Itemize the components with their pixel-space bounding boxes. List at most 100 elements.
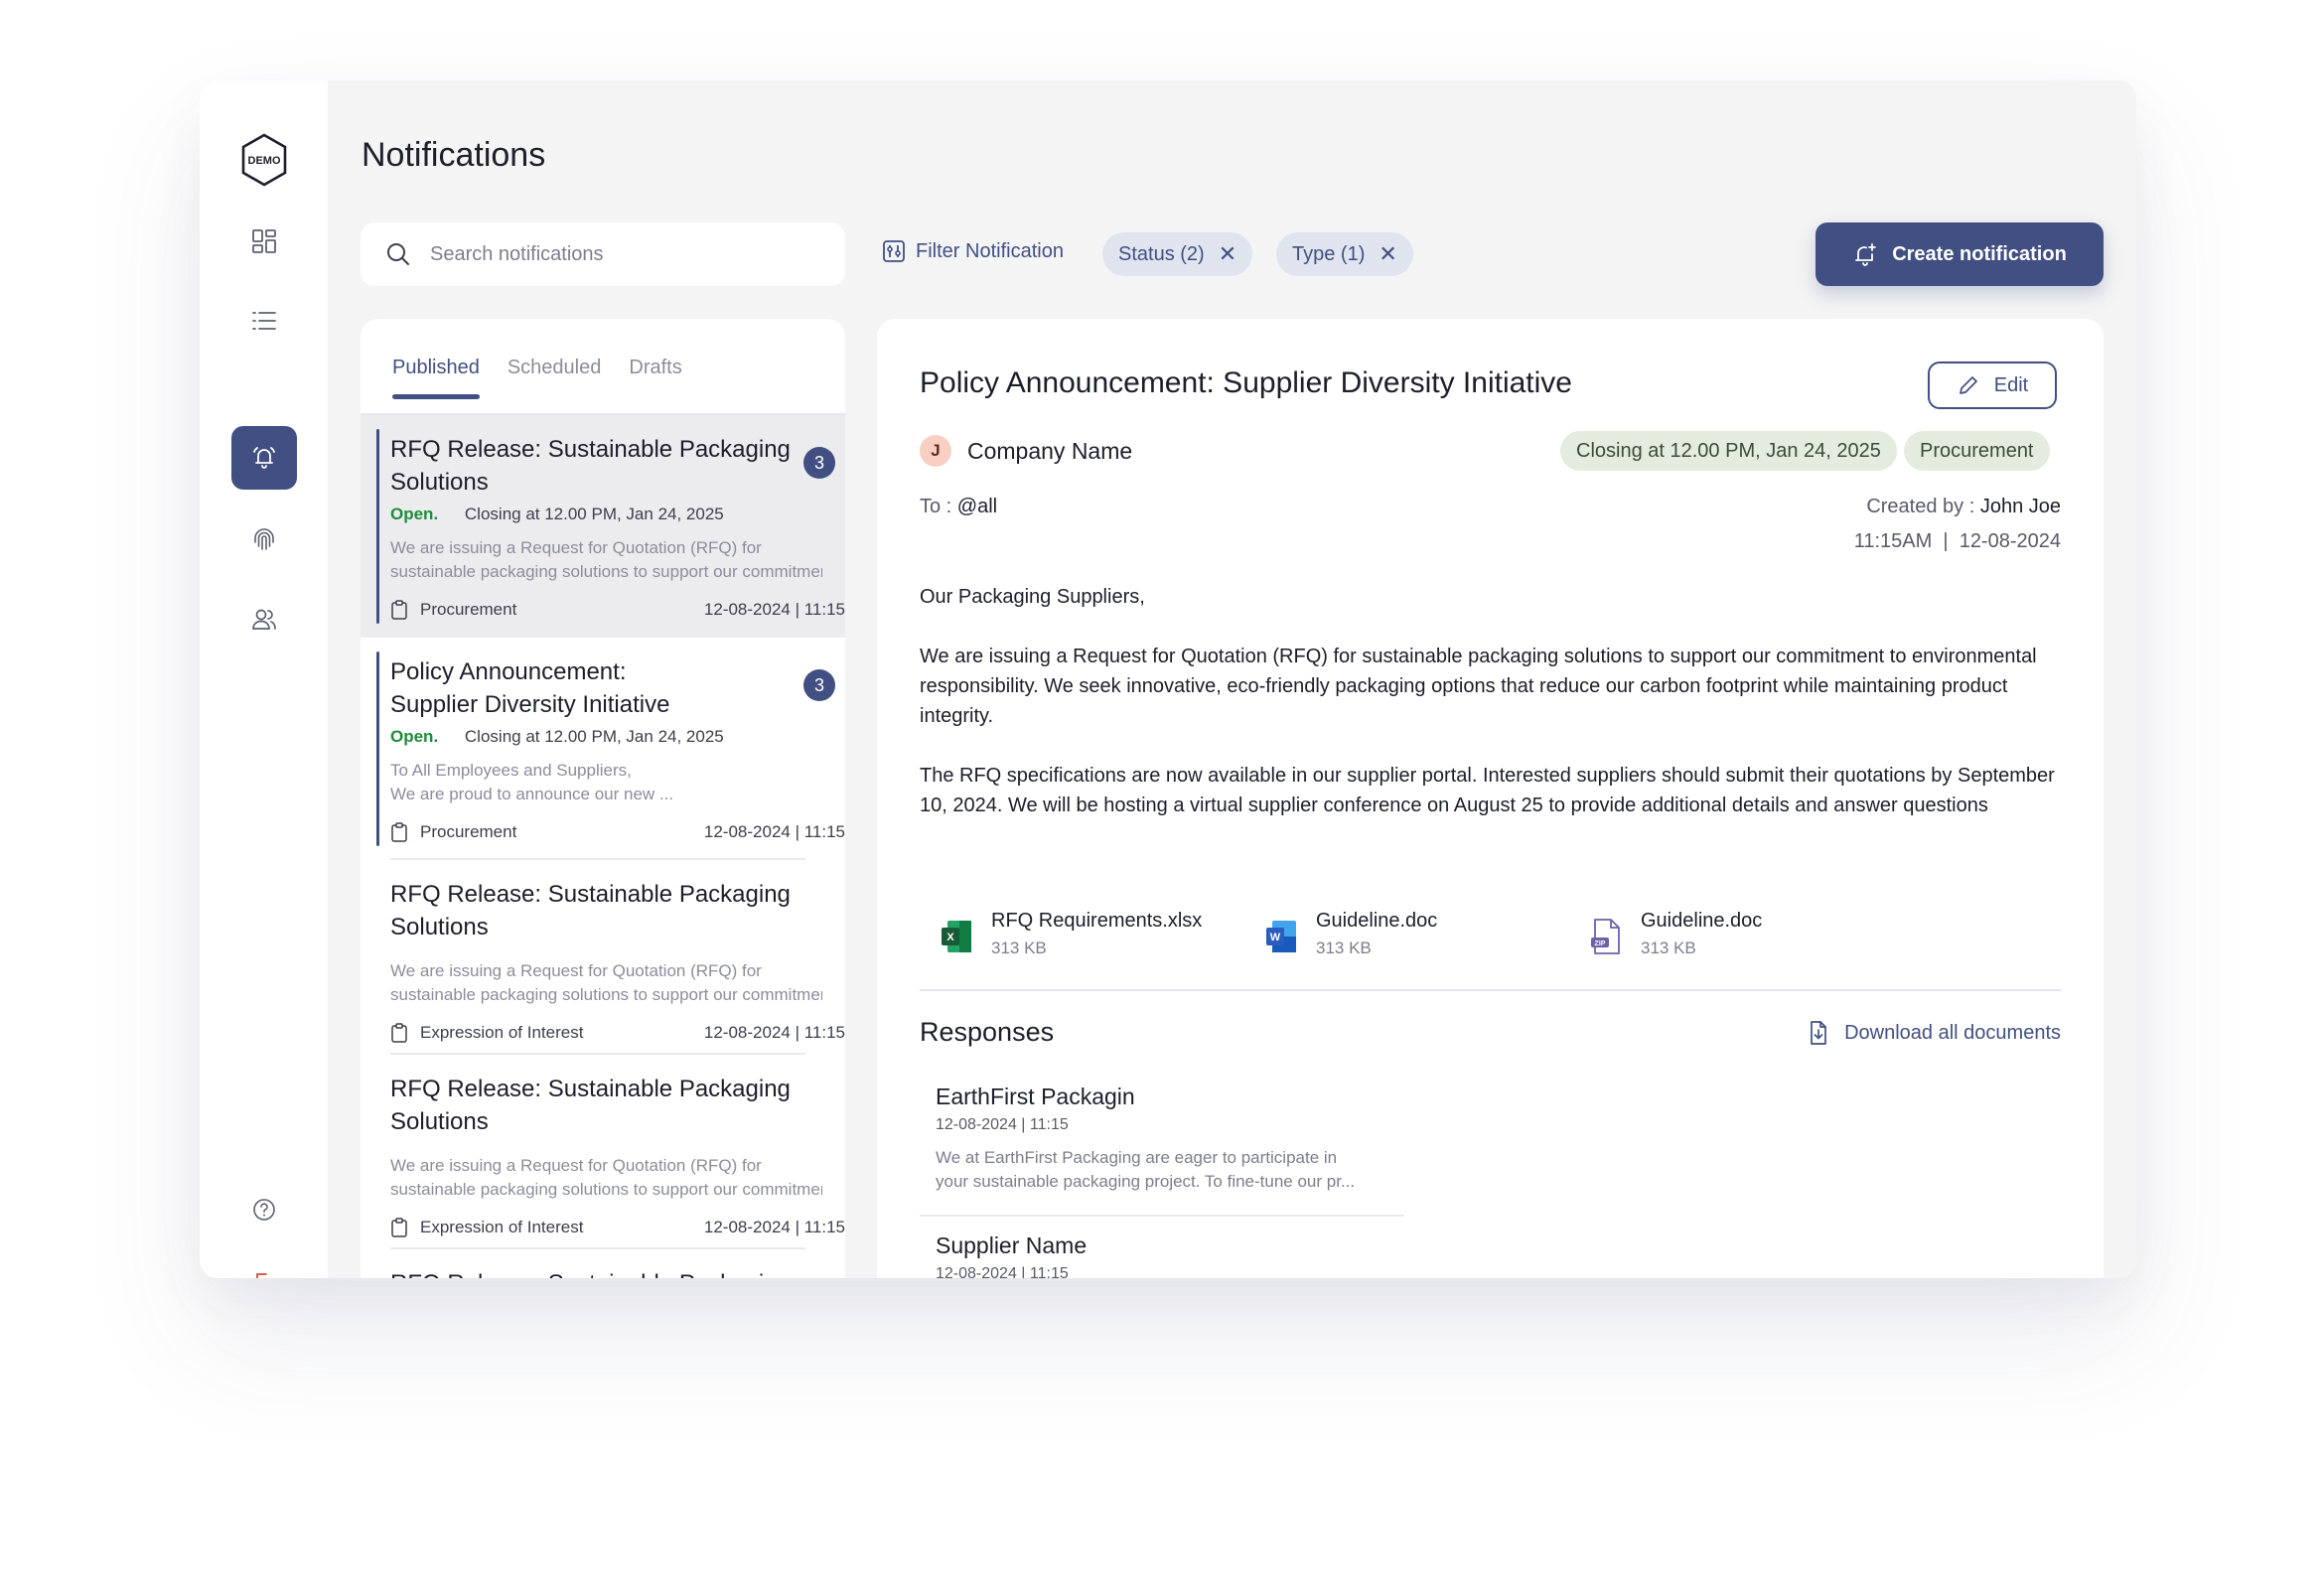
item-description: We are issuing a Request for Quotation (…	[390, 959, 822, 1007]
to-value: @all	[956, 496, 998, 517]
item-title: RFQ Release: Sustainable Packaging Solut…	[390, 1267, 798, 1278]
list-item[interactable]: Policy Announcement: Supplier Diversity …	[361, 638, 845, 860]
chip-type[interactable]: Type (1) ✕	[1276, 232, 1413, 276]
item-meta: Open. Closing at 12.00 PM, Jan 24, 2025	[390, 505, 845, 524]
list-item[interactable]: RFQ Release: Sustainable Packaging Solut…	[361, 860, 845, 1055]
dashboard-icon	[252, 229, 276, 253]
fingerprint-icon	[254, 528, 274, 550]
item-date: 12-08-2024 | 11:15	[703, 1023, 845, 1042]
category-tag: Procurement	[1904, 431, 2050, 471]
help-icon	[253, 1199, 275, 1221]
nav-users[interactable]	[231, 588, 297, 651]
tab-scheduled[interactable]: Scheduled	[508, 357, 602, 397]
download-icon	[1811, 1021, 1826, 1045]
response-line: We at EarthFirst Packaging are eager to …	[936, 1148, 1338, 1167]
demo-logo[interactable]: DEMO	[239, 132, 289, 188]
attachment-name: Guideline.doc	[1641, 910, 1763, 932]
download-label: Download all documents	[1844, 1021, 2061, 1044]
nav-logout[interactable]	[231, 1252, 297, 1278]
item-title: RFQ Release: Sustainable Packaging Solut…	[390, 1076, 791, 1135]
paragraph: The RFQ specifications are now available…	[920, 765, 2055, 816]
list-item[interactable]: RFQ Release: Sustainable Packaging Solut…	[361, 415, 845, 638]
tab-published[interactable]: Published	[392, 357, 480, 399]
list-item[interactable]: RFQ Release: Sustainable Packaging Solut…	[361, 1249, 845, 1278]
excel-file-icon: X	[942, 921, 971, 952]
nav-fingerprint[interactable]	[231, 507, 297, 571]
status-open: Open.	[390, 727, 439, 746]
attachment-size: 313 KB	[1641, 939, 1696, 957]
closing-tag: Closing at 12.00 PM, Jan 24, 2025	[1560, 431, 1897, 471]
created-time: 11:15AM | 12-08-2024	[1853, 530, 2061, 552]
item-date: 12-08-2024 | 11:15	[703, 822, 845, 841]
tab-drafts[interactable]: Drafts	[629, 357, 681, 397]
attachment[interactable]: X RFQ Requirements.xlsx 313 KB	[940, 910, 1202, 958]
download-all-button[interactable]: Download all documents	[1807, 1020, 2061, 1046]
status-open: Open.	[390, 505, 439, 523]
to-label: To :	[920, 496, 957, 517]
response-date: 12-08-2024 | 11:15	[936, 1265, 1069, 1278]
word-file-icon: W	[1266, 921, 1296, 952]
company-name: Company Name	[967, 438, 1133, 464]
item-category: Expression of Interest	[420, 1023, 584, 1042]
filter-notification-button[interactable]: Filter Notification	[882, 239, 1064, 263]
list-icon	[252, 312, 276, 330]
search-input[interactable]: Search notifications	[361, 222, 845, 286]
logout-icon	[256, 1273, 267, 1278]
nav-list[interactable]	[231, 289, 297, 353]
page-title: Notifications	[362, 136, 546, 174]
response-date: 12-08-2024 | 11:15	[936, 1116, 1069, 1133]
logo-text: DEMO	[248, 155, 281, 167]
nav-help[interactable]	[231, 1178, 297, 1241]
section-divider	[920, 989, 2061, 991]
recipient: To : @all	[920, 496, 997, 518]
item-footer: Procurement 12-08-2024 | 11:15	[390, 600, 845, 620]
response-item[interactable]: EarthFirst Packagin 12-08-2024 | 11:15 W…	[936, 1084, 1402, 1194]
nav-notifications[interactable]	[231, 426, 297, 490]
svg-text:W: W	[1270, 932, 1281, 943]
notification-detail-panel: Policy Announcement: Supplier Diversity …	[877, 319, 2104, 1278]
item-closing: Closing at 12.00 PM, Jan 24, 2025	[464, 727, 724, 746]
close-icon[interactable]: ✕	[1379, 241, 1396, 267]
desc-line: sustainable packaging solutions to suppo…	[390, 1180, 822, 1199]
tabs: Published Scheduled Drafts	[392, 357, 682, 399]
clipboard-icon	[391, 1023, 407, 1043]
attachment-name: RFQ Requirements.xlsx	[991, 910, 1203, 932]
desc-line: We are issuing a Request for Quotation (…	[390, 1156, 762, 1175]
edit-label: Edit	[1993, 373, 2029, 396]
response-name: Supplier Name	[936, 1232, 1088, 1258]
notification-list-panel: Published Scheduled Drafts RFQ Release: …	[361, 319, 845, 1278]
edit-button[interactable]: Edit	[1928, 362, 2057, 409]
list-item[interactable]: RFQ Release: Sustainable Packaging Solut…	[361, 1055, 845, 1249]
svg-text:ZIP: ZIP	[1595, 940, 1606, 947]
desc-line: We are issuing a Request for Quotation (…	[390, 538, 762, 557]
item-category: Expression of Interest	[420, 1218, 584, 1236]
svg-text:X: X	[946, 932, 954, 943]
response-text: We at EarthFirst Packaging are eager to …	[936, 1146, 1402, 1194]
chip-label: Status (2)	[1118, 242, 1205, 265]
attachment[interactable]: ZIP Guideline.doc 313 KB	[1589, 910, 1762, 958]
close-icon[interactable]: ✕	[1219, 241, 1236, 267]
avatar: J	[920, 435, 951, 467]
create-label: Create notification	[1892, 242, 2067, 265]
selection-indicator	[376, 651, 379, 846]
filter-icon	[883, 240, 905, 262]
response-line: your sustainable packaging project. To f…	[936, 1172, 1356, 1191]
item-description: We are issuing a Request for Quotation (…	[390, 536, 822, 584]
detail-title: Policy Announcement: Supplier Diversity …	[920, 366, 1572, 399]
nav-dashboard[interactable]	[231, 210, 297, 273]
search-icon	[387, 243, 409, 265]
desc-line: sustainable packaging solutions to suppo…	[390, 985, 822, 1004]
create-notification-button[interactable]: Create notification	[1816, 222, 2104, 286]
item-category: Procurement	[420, 600, 517, 619]
pencil-icon	[1959, 376, 1977, 394]
app-window: DEMO Notifications Search notifications …	[200, 80, 2136, 1278]
chip-status[interactable]: Status (2) ✕	[1102, 232, 1253, 276]
item-title: RFQ Release: Sustainable Packaging Solut…	[390, 881, 791, 940]
created-by: Created by : John Joe	[1866, 496, 2061, 518]
desc-line: We are issuing a Request for Quotation (…	[390, 961, 762, 980]
search-placeholder: Search notifications	[430, 242, 604, 265]
attachment[interactable]: W Guideline.doc 313 KB	[1264, 910, 1437, 958]
item-title: RFQ Release: Sustainable Packaging Solut…	[390, 436, 791, 496]
item-footer: Procurement 12-08-2024 | 11:15	[390, 822, 845, 842]
response-item[interactable]: Supplier Name 12-08-2024 | 11:15	[936, 1232, 1402, 1278]
